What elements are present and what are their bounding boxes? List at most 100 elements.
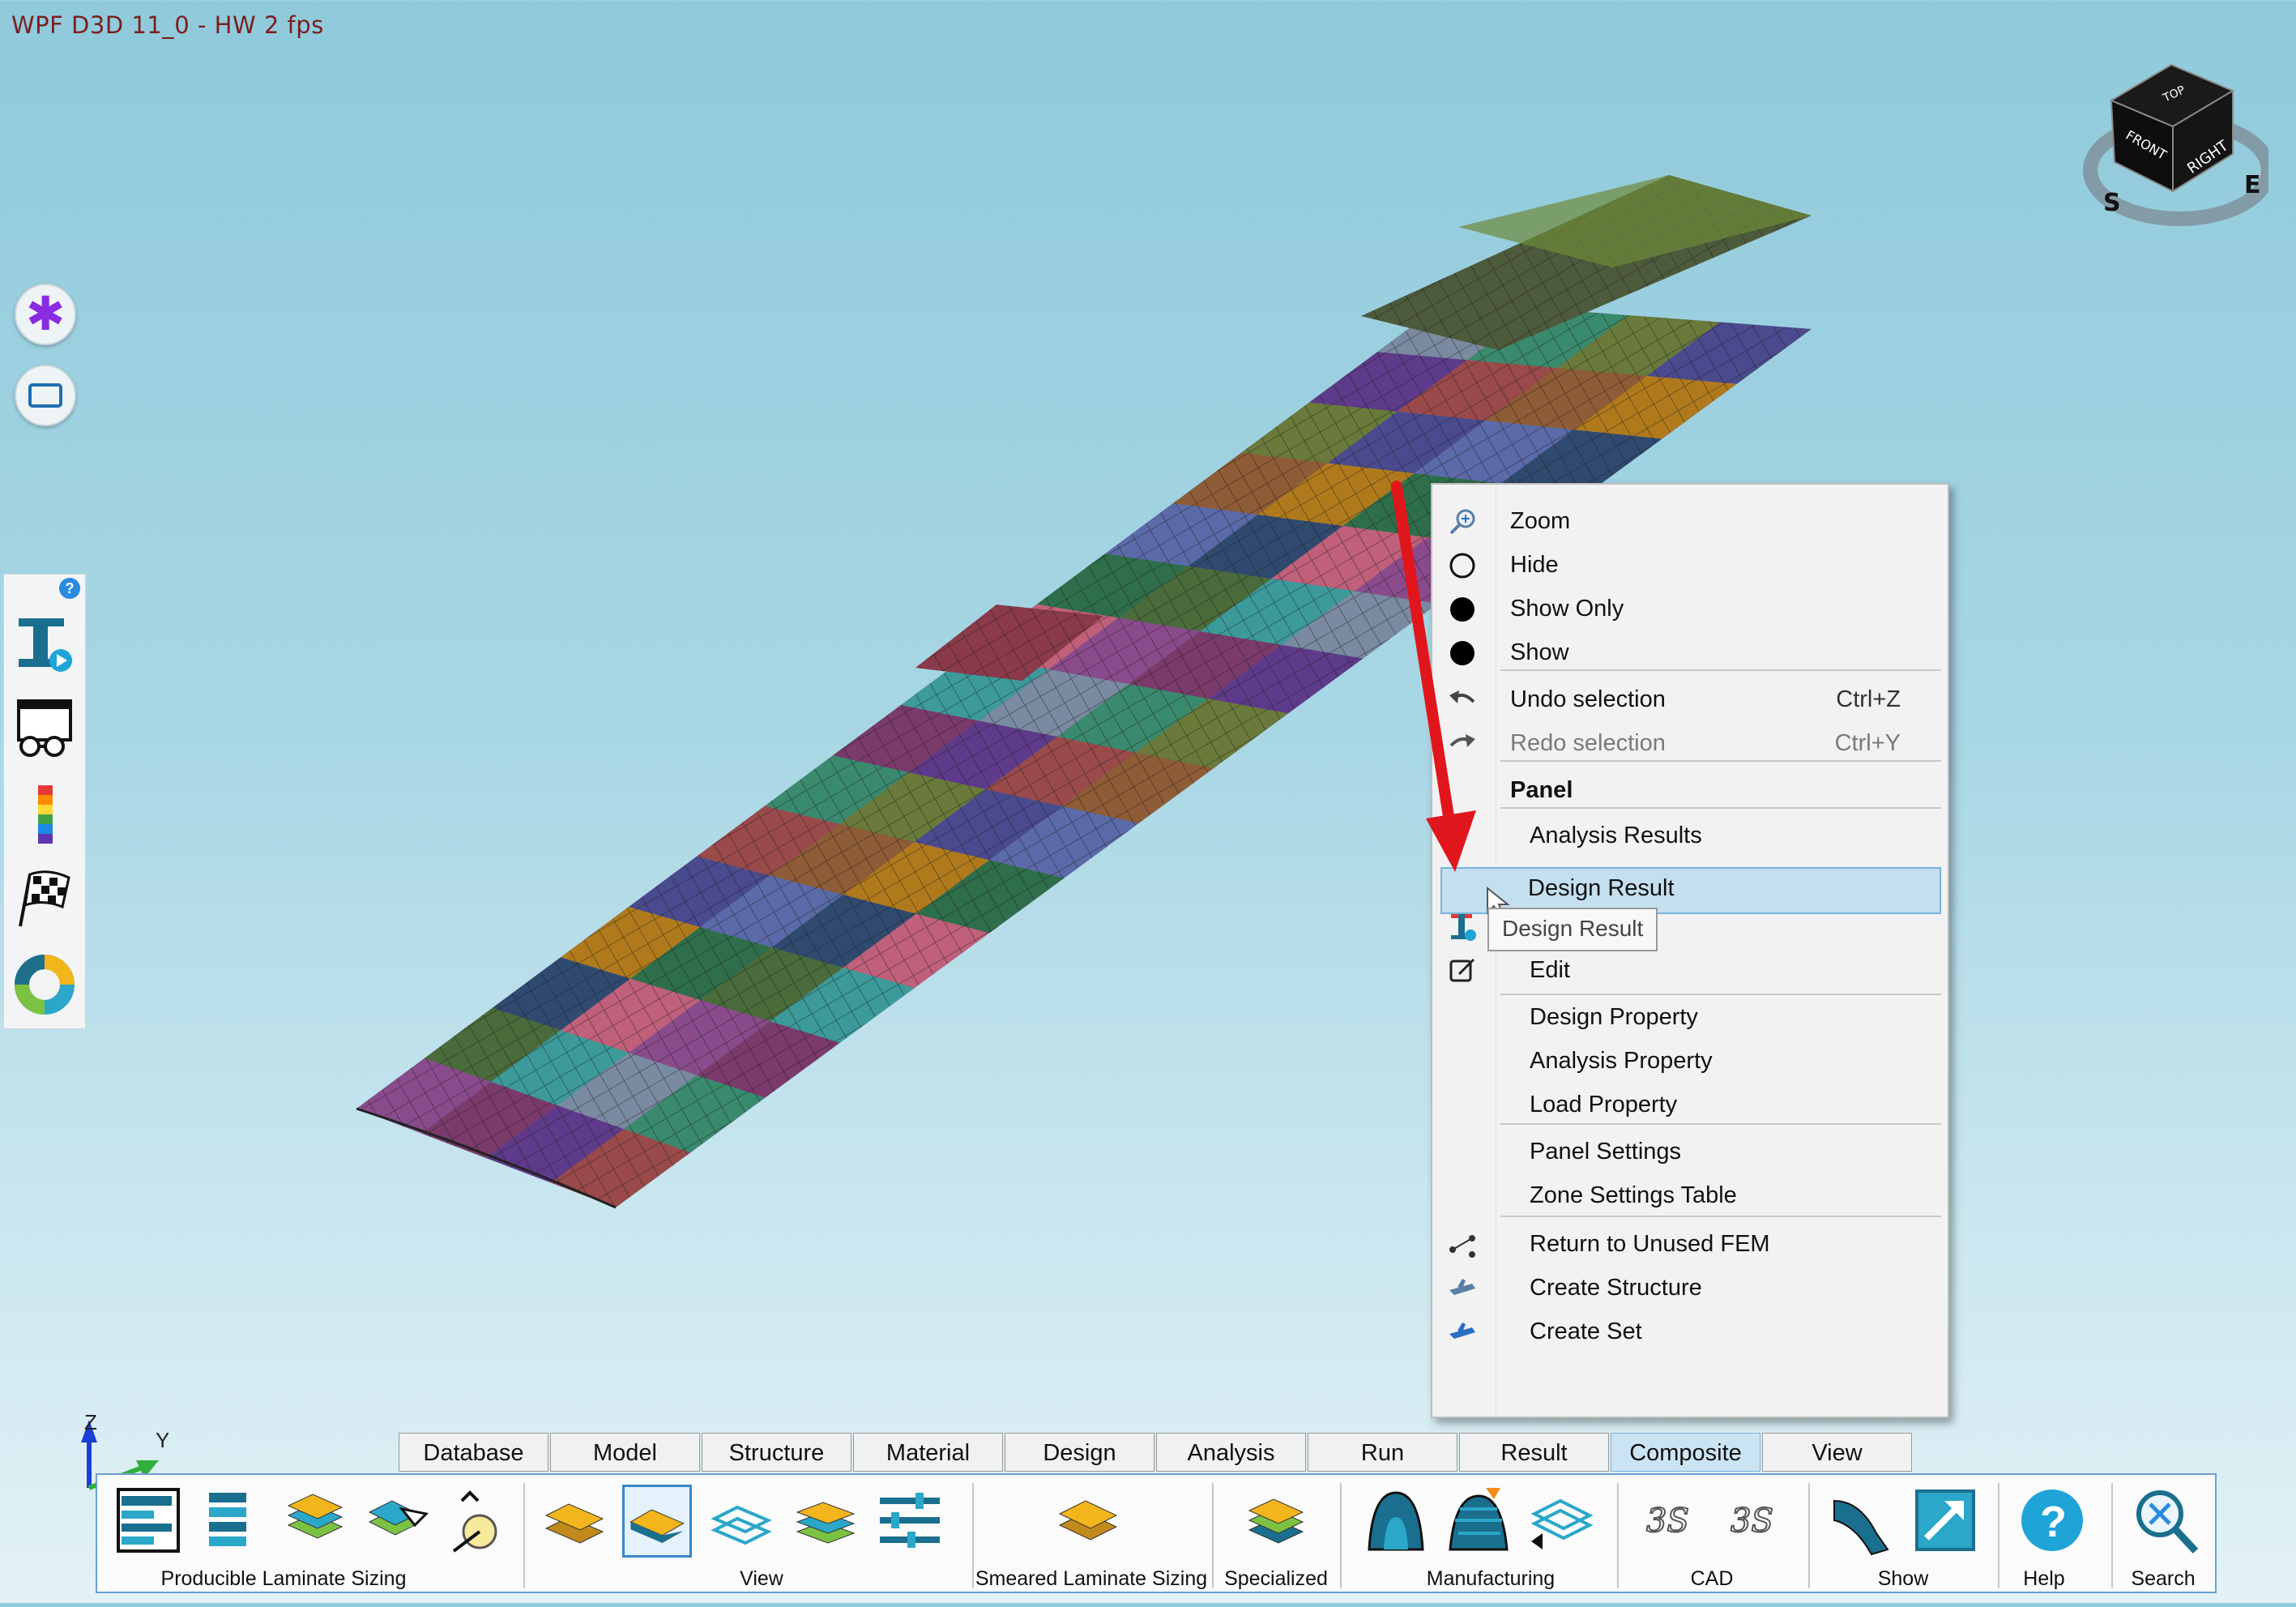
ribbon-tab-bar: Database Model Structure Material Design Anal… xyxy=(399,1433,1914,1473)
donut-chart-icon xyxy=(15,955,75,1015)
window-title: WPF D3D 11_0 - HW 2 fps xyxy=(11,11,324,39)
show-curve-icon[interactable] xyxy=(1828,1485,1897,1558)
annotation-arrow-icon xyxy=(1391,481,1476,872)
menu-item-label: Design Property xyxy=(1530,1004,1698,1030)
cad-3ds-icon-2[interactable]: 3S xyxy=(1721,1485,1790,1558)
menu-item-edit[interactable]: Edit xyxy=(1432,948,1948,992)
svg-text:3S: 3S xyxy=(1731,1502,1773,1540)
menu-item-hide[interactable]: Hide xyxy=(1432,543,1948,587)
menu-item-label: Hide xyxy=(1510,552,1559,578)
menu-item-zone-settings-table[interactable]: Zone Settings Table xyxy=(1432,1173,1948,1217)
create-set-icon xyxy=(1447,1318,1478,1347)
menu-item-zoom[interactable]: Zoom xyxy=(1432,499,1948,543)
view-sliders-icon[interactable] xyxy=(875,1485,945,1558)
group-label-producible: Producible Laminate Sizing xyxy=(160,1567,407,1590)
menu-item-label: Create Structure xyxy=(1530,1275,1702,1301)
tab-database[interactable]: Database xyxy=(399,1433,548,1472)
left-toolbar: ? xyxy=(3,574,86,1029)
menu-item-analysis-property[interactable]: Analysis Property xyxy=(1432,1039,1948,1083)
view-stack-icon[interactable] xyxy=(540,1485,609,1558)
color-scale-icon xyxy=(38,785,53,844)
ply-flip-icon[interactable] xyxy=(1526,1485,1596,1558)
menu-item-shortcut: Ctrl+Z xyxy=(1836,686,1901,712)
menu-item-label: Zoom xyxy=(1510,508,1571,534)
finish-flag-tool[interactable] xyxy=(12,866,77,931)
menu-item-label: Panel Settings xyxy=(1530,1139,1682,1165)
menu-item-label: Zone Settings Table xyxy=(1530,1182,1737,1208)
rectangle-select-button[interactable] xyxy=(15,365,76,426)
menu-item-create-set[interactable]: Create Set xyxy=(1432,1310,1948,1353)
group-label-view: View xyxy=(740,1567,783,1590)
menu-item-analysis-results[interactable]: Analysis Results xyxy=(1432,814,1948,857)
cad-3ds-icon-1[interactable]: 3S xyxy=(1637,1485,1706,1558)
menu-item-load-property[interactable]: Load Property xyxy=(1432,1083,1948,1126)
group-label-manufacturing: Manufacturing xyxy=(1426,1567,1556,1590)
menu-item-show[interactable]: Show xyxy=(1432,630,1948,674)
menu-item-undo-selection[interactable]: Undo selection Ctrl+Z xyxy=(1432,677,1948,721)
axis-y-label: Y xyxy=(156,1428,169,1452)
menu-item-panel-settings[interactable]: Panel Settings xyxy=(1432,1130,1948,1173)
return-fem-icon xyxy=(1447,1230,1478,1259)
view-multi-ply-icon[interactable] xyxy=(791,1485,860,1558)
asterisk-icon: ✱ xyxy=(25,288,66,340)
tab-view[interactable]: View xyxy=(1762,1433,1912,1472)
navigation-cube[interactable]: TOP FRONT RIGHT S E xyxy=(2082,49,2276,235)
menu-item-label: Panel xyxy=(1510,777,1573,803)
help-icon[interactable]: ? xyxy=(2017,1485,2087,1558)
tab-analysis[interactable]: Analysis xyxy=(1156,1433,1306,1472)
ring-south-label[interactable]: S xyxy=(2103,189,2121,217)
menu-item-label: Edit xyxy=(1530,957,1570,983)
drape-mold-icon[interactable] xyxy=(1444,1485,1513,1558)
group-label-search: Search xyxy=(2131,1567,2196,1590)
asterisk-button[interactable]: ✱ xyxy=(15,284,76,345)
tab-material[interactable]: Material xyxy=(853,1433,1003,1472)
view-single-ply-icon[interactable] xyxy=(622,1485,692,1558)
menu-item-return-to-unused-fem[interactable]: Return to Unused FEM xyxy=(1432,1222,1948,1266)
menu-item-redo-selection[interactable]: Redo selection Ctrl+Y xyxy=(1432,721,1948,765)
group-label-help: Help xyxy=(2023,1567,2065,1590)
search-icon[interactable] xyxy=(2131,1485,2200,1558)
axis-z-label: Z xyxy=(84,1410,97,1434)
laminate-pointer-icon[interactable] xyxy=(361,1485,431,1558)
laminate-table-icon[interactable] xyxy=(113,1485,183,1558)
ribbon: Producible Laminate Sizing View Smeared … xyxy=(96,1473,2217,1593)
tab-design[interactable]: Design xyxy=(1005,1433,1154,1472)
3d-viewport[interactable] xyxy=(0,0,2296,1603)
menu-item-create-structure[interactable]: Create Structure xyxy=(1432,1266,1948,1310)
color-legend-tool[interactable] xyxy=(12,782,77,847)
svg-text:?: ? xyxy=(2040,1498,2067,1546)
tab-model[interactable]: Model xyxy=(550,1433,700,1472)
design-result-tool[interactable] xyxy=(12,610,77,675)
menu-item-label: Load Property xyxy=(1530,1092,1678,1118)
donut-chart-tool[interactable] xyxy=(12,952,77,1017)
ring-east-label[interactable]: E xyxy=(2244,171,2261,199)
menu-item-label: Redo selection xyxy=(1510,730,1666,756)
menu-item-label: Show xyxy=(1510,639,1569,665)
show-export-icon[interactable] xyxy=(1910,1485,1980,1558)
menu-item-show-only[interactable]: Show Only xyxy=(1432,587,1948,630)
dome-mold-icon[interactable] xyxy=(1361,1485,1431,1558)
smeared-laminate-icon[interactable] xyxy=(1053,1485,1123,1558)
tab-result[interactable]: Result xyxy=(1459,1433,1609,1472)
view-window-tool[interactable] xyxy=(12,696,77,761)
help-badge-icon[interactable]: ? xyxy=(59,578,80,599)
ply-stack-icon[interactable] xyxy=(193,1485,262,1558)
laminate-layers-icon[interactable] xyxy=(280,1485,350,1558)
menu-item-design-result-label[interactable]: Design Result xyxy=(1528,875,1675,902)
collapse-pointer-icon[interactable] xyxy=(437,1485,507,1558)
view-outline-icon[interactable] xyxy=(706,1485,776,1558)
menu-item-label: Undo selection xyxy=(1510,686,1666,712)
i-beam-play-icon xyxy=(19,618,72,672)
menu-item-label: Create Set xyxy=(1530,1319,1642,1344)
tab-run[interactable]: Run xyxy=(1308,1433,1457,1472)
analyze-icon xyxy=(1447,912,1478,942)
menu-item-panel: Panel xyxy=(1432,768,1948,812)
svg-text:3S: 3S xyxy=(1646,1502,1689,1540)
menu-item-label: Analysis Property xyxy=(1530,1048,1713,1074)
menu-item-design-property[interactable]: Design Property xyxy=(1432,995,1948,1039)
tab-structure[interactable]: Structure xyxy=(702,1433,851,1472)
tooltip: Design Result xyxy=(1487,908,1658,951)
tab-composite[interactable]: Composite xyxy=(1611,1433,1760,1472)
group-label-smeared: Smeared Laminate Sizing xyxy=(975,1567,1208,1590)
specialized-icon[interactable] xyxy=(1241,1485,1311,1558)
